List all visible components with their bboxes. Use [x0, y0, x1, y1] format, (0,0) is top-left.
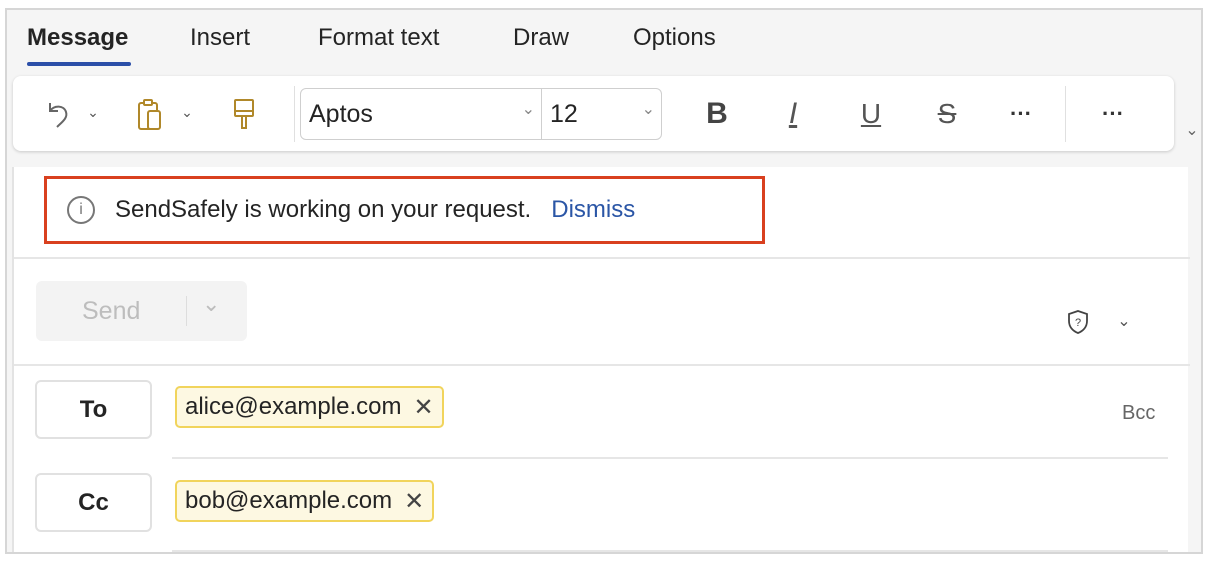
tab-format-text[interactable]: Format text: [318, 24, 439, 52]
divider: [14, 257, 1190, 259]
overflow-menu-icon[interactable]: ···: [1095, 94, 1131, 134]
bold-icon[interactable]: B: [699, 94, 735, 134]
sensitivity-chevron-icon[interactable]: ⌄: [1114, 311, 1134, 331]
sensitivity-shield-icon[interactable]: ?: [1066, 309, 1090, 335]
italic-icon[interactable]: I: [775, 94, 811, 134]
recipient-chip[interactable]: alice@example.com ✕: [175, 386, 444, 428]
paste-chevron-icon[interactable]: ⌄: [179, 102, 195, 122]
send-button[interactable]: Send ⌄: [36, 281, 247, 341]
paste-icon[interactable]: [133, 96, 169, 134]
undo-icon[interactable]: [41, 96, 77, 132]
tab-draw[interactable]: Draw: [513, 24, 569, 52]
divider: [172, 550, 1168, 552]
send-options-chevron-icon[interactable]: ⌄: [202, 291, 220, 317]
notification-text: SendSafely is working on your request.: [115, 196, 532, 223]
bcc-button[interactable]: Bcc: [1122, 402, 1155, 425]
divider: [172, 457, 1168, 459]
font-family-select[interactable]: Aptos ⌄: [300, 88, 542, 140]
to-button[interactable]: To: [35, 380, 152, 439]
tab-insert[interactable]: Insert: [190, 24, 250, 52]
chevron-down-icon: ⌄: [521, 101, 535, 118]
font-size-value: 12: [550, 99, 578, 128]
compose-pane: i SendSafely is working on your request.…: [12, 167, 1190, 552]
tab-options[interactable]: Options: [633, 24, 716, 52]
chevron-down-icon: ⌄: [641, 101, 655, 118]
underline-icon[interactable]: U: [853, 94, 889, 134]
remove-recipient-icon[interactable]: ✕: [413, 393, 433, 422]
divider: [294, 86, 295, 142]
font-family-value: Aptos: [309, 99, 373, 128]
ribbon-toolbar: ⌄ ⌄ Aptos ⌄ 12 ⌄ B I U S ··· ···: [13, 76, 1174, 151]
strikethrough-icon[interactable]: S: [929, 94, 965, 134]
notification-bar: i SendSafely is working on your request.…: [44, 176, 765, 244]
font-size-select[interactable]: 12 ⌄: [541, 88, 662, 140]
active-tab-indicator: [27, 62, 131, 66]
cc-button[interactable]: Cc: [35, 473, 152, 532]
tab-message[interactable]: Message: [27, 24, 128, 52]
divider: [14, 364, 1190, 366]
recipient-email: alice@example.com: [185, 393, 402, 420]
recipient-chip[interactable]: bob@example.com ✕: [175, 480, 435, 522]
divider: [1065, 86, 1066, 142]
dismiss-link[interactable]: Dismiss: [551, 196, 635, 224]
svg-text:?: ?: [1075, 317, 1081, 329]
format-painter-icon[interactable]: [229, 96, 259, 134]
more-formatting-icon[interactable]: ···: [1003, 94, 1039, 134]
undo-chevron-icon[interactable]: ⌄: [85, 102, 101, 122]
remove-recipient-icon[interactable]: ✕: [404, 487, 424, 516]
divider: [186, 296, 187, 326]
info-icon: i: [67, 196, 95, 224]
recipient-email: bob@example.com: [185, 487, 393, 514]
expand-ribbon-chevron-icon[interactable]: ⌄: [1182, 120, 1201, 140]
send-label: Send: [82, 297, 141, 325]
outlook-compose-window: Message Insert Format text Draw Options …: [5, 8, 1203, 554]
